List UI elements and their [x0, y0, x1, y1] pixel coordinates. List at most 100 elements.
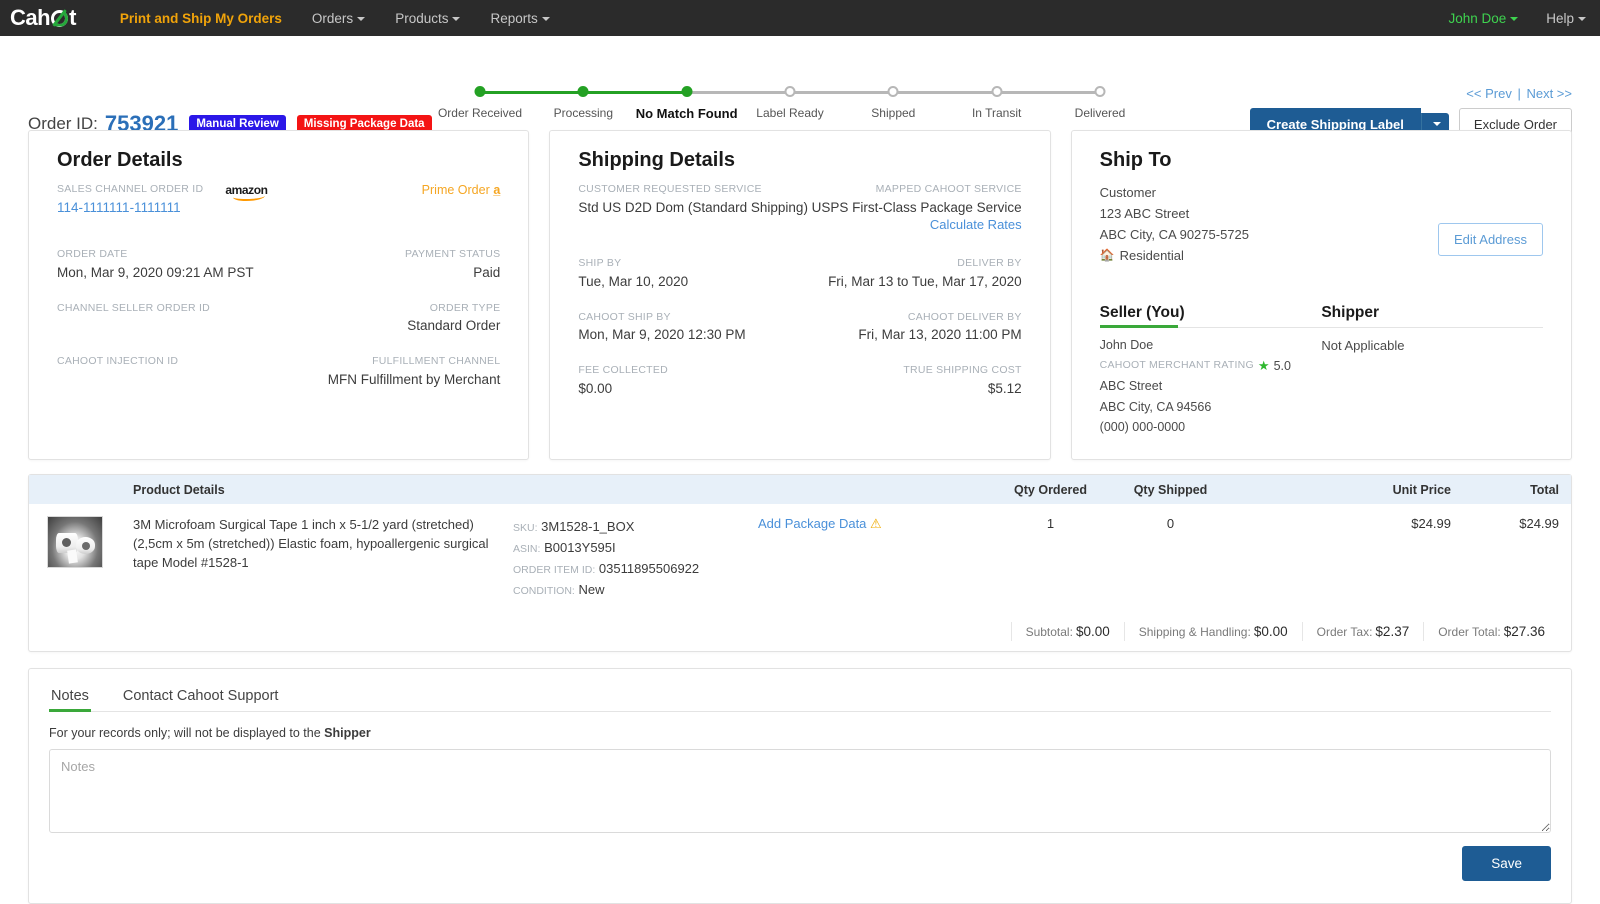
seller-rating-row: CAHOOT MERCHANT RATING ★ 5.0 [1100, 355, 1322, 376]
order-details-title: Order Details [57, 149, 500, 172]
mapped-cahoot-service-field: MAPPED CAHOOT SERVICE USPS First-Class P… [812, 182, 1022, 232]
asin-label: ASIN: [513, 543, 540, 555]
ship-by-row: SHIP BY Tue, Mar 10, 2020 DELIVER BY Fri… [578, 256, 1021, 291]
service-row: CUSTOMER REQUESTED SERVICE Std US D2D Do… [578, 182, 1021, 232]
nav-item-orders[interactable]: Orders [312, 11, 365, 26]
cahoot-deliver-by-label: CAHOOT DELIVER BY [858, 310, 1021, 326]
tracker-dot-order-received [475, 86, 486, 97]
chevron-down-icon [1510, 17, 1518, 21]
fee-collected-field: FEE COLLECTED $0.00 [578, 363, 668, 398]
navbar-right-group: John Doe Help [1448, 11, 1586, 26]
nav-item-reports[interactable]: Reports [490, 11, 549, 26]
channel-seller-order-id-row: CHANNEL SELLER ORDER ID ORDER TYPE Stand… [57, 301, 500, 336]
order-details-card: Order Details SALES CHANNEL ORDER ID ama… [28, 130, 529, 460]
cahoot-injection-id-row: CAHOOT INJECTION ID FULFILLMENT CHANNEL … [57, 354, 500, 389]
notes-input[interactable] [49, 749, 1551, 833]
seller-tab-underline [1100, 327, 1322, 328]
tracker-segment [687, 91, 790, 94]
true-shipping-cost-value: $5.12 [903, 379, 1021, 399]
seller-info: John Doe CAHOOT MERCHANT RATING ★ 5.0 AB… [1100, 335, 1322, 437]
product-image-cell [29, 516, 133, 600]
fee-collected-row: FEE COLLECTED $0.00 TRUE SHIPPING COST $… [578, 363, 1021, 398]
tracker-label-order-received: Order Received [438, 106, 522, 120]
order-type-label: ORDER TYPE [407, 301, 500, 317]
tracker-label-processing: Processing [554, 106, 613, 120]
pager-separator: | [1517, 86, 1520, 101]
tracker-label-delivered: Delivered [1075, 106, 1126, 120]
ship-to-street: 123 ABC Street [1100, 203, 1543, 224]
tracker-segment [790, 91, 893, 94]
seller-name: John Doe [1100, 335, 1322, 355]
total-order-total: Order Total:$27.36 [1423, 622, 1559, 641]
summary-cards: Order Details SALES CHANNEL ORDER ID ama… [28, 130, 1572, 460]
product-thumbnail[interactable] [47, 516, 103, 568]
sales-channel-order-id-value[interactable]: 114-1111111-1111111 [57, 198, 268, 218]
logo-circle-icon [51, 10, 68, 27]
notes-tabs: Notes Contact Cahoot Support [49, 685, 1551, 712]
prime-order-field: Prime Order a̲ [422, 182, 501, 217]
condition-value: New [578, 582, 604, 597]
total-label: Order Total: [1438, 625, 1500, 639]
notes-subtitle-prefix: For your records only; will not be displ… [49, 726, 321, 740]
user-menu[interactable]: John Doe [1448, 11, 1518, 26]
seller-shipper-section: Seller (You) John Doe CAHOOT MERCHANT RA… [1100, 304, 1543, 437]
cahoot-deliver-by-value: Fri, Mar 13, 2020 11:00 PM [858, 325, 1021, 345]
sales-channel-row: SALES CHANNEL ORDER ID amazon 114-111111… [57, 182, 500, 217]
true-shipping-cost-field: TRUE SHIPPING COST $5.12 [903, 363, 1021, 398]
th-total: Total [1451, 483, 1571, 497]
notes-subtitle-bold: Shipper [324, 726, 371, 740]
pager: << Prev | Next >> [1466, 86, 1572, 101]
nav-label: Orders [312, 11, 353, 26]
tab-notes[interactable]: Notes [49, 685, 91, 711]
seller-street: ABC Street [1100, 376, 1322, 396]
sku-line: SKU: 3M1528-1_BOX [513, 516, 758, 537]
total-value: $2.37 [1375, 624, 1409, 639]
customer-requested-service-label: CUSTOMER REQUESTED SERVICE [578, 182, 808, 198]
ship-to-title: Ship To [1100, 149, 1543, 172]
order-date-field: ORDER DATE Mon, Mar 9, 2020 09:21 AM PST [57, 247, 254, 282]
mapped-cahoot-service-label: MAPPED CAHOOT SERVICE [812, 182, 1022, 198]
help-label: Help [1546, 11, 1574, 26]
add-package-data-link[interactable]: Add Package Data [758, 516, 866, 531]
th-unit-price: Unit Price [1233, 483, 1451, 497]
save-button[interactable]: Save [1462, 846, 1551, 881]
tracker-dot-delivered [1095, 86, 1106, 97]
home-icon: 🏠 [1100, 246, 1115, 265]
logo-text-suffix: t [69, 7, 76, 29]
tracker-dot-no-match-found [681, 86, 692, 97]
chevron-down-icon [452, 17, 460, 21]
payment-status-label: PAYMENT STATUS [405, 247, 500, 263]
fulfillment-channel-label: FULFILLMENT CHANNEL [328, 354, 501, 370]
payment-status-value: Paid [405, 263, 500, 283]
next-link[interactable]: Next >> [1526, 86, 1572, 101]
notes-card: Notes Contact Cahoot Support For your re… [28, 668, 1572, 904]
fulfillment-channel-value: MFN Fulfillment by Merchant [328, 370, 501, 390]
deliver-by-value: Fri, Mar 13 to Tue, Mar 17, 2020 [828, 272, 1022, 292]
page-body: Order ReceivedProcessingNo Match FoundLa… [0, 36, 1600, 904]
shipper-tab-underline [1321, 327, 1543, 328]
sales-channel-order-id-label: SALES CHANNEL ORDER ID [57, 182, 203, 198]
total-label: Order Tax: [1317, 625, 1373, 639]
order-date-row: ORDER DATE Mon, Mar 9, 2020 09:21 AM PST… [57, 247, 500, 282]
fee-collected-label: FEE COLLECTED [578, 363, 668, 379]
table-row: 3M Microfoam Surgical Tape 1 inch x 5-1/… [29, 504, 1571, 616]
nav-item-print-and-ship-my-orders[interactable]: Print and Ship My Orders [120, 11, 282, 26]
prev-link[interactable]: << Prev [1466, 86, 1512, 101]
total-value: $0.00 [1076, 624, 1110, 639]
tracker-label-label-ready: Label Ready [756, 106, 823, 120]
tab-contact-cahoot-support[interactable]: Contact Cahoot Support [121, 685, 281, 711]
seller-phone: (000) 000-0000 [1100, 417, 1322, 437]
cahoot-logo[interactable]: Cah t [10, 7, 76, 29]
order-type-value: Standard Order [407, 316, 500, 336]
edit-address-button[interactable]: Edit Address [1438, 223, 1543, 256]
true-shipping-cost-label: TRUE SHIPPING COST [903, 363, 1021, 379]
help-menu[interactable]: Help [1546, 11, 1586, 26]
order-status-tracker: Order ReceivedProcessingNo Match FoundLa… [455, 86, 1105, 98]
tracker-segment [997, 91, 1100, 94]
fulfillment-channel-field: FULFILLMENT CHANNEL MFN Fulfillment by M… [328, 354, 501, 389]
tracker-segment [583, 91, 686, 94]
nav-item-products[interactable]: Products [395, 11, 460, 26]
product-description: 3M Microfoam Surgical Tape 1 inch x 5-1/… [133, 516, 513, 573]
calculate-rates-link[interactable]: Calculate Rates [812, 217, 1022, 232]
order-item-id-label: ORDER ITEM ID: [513, 564, 595, 576]
